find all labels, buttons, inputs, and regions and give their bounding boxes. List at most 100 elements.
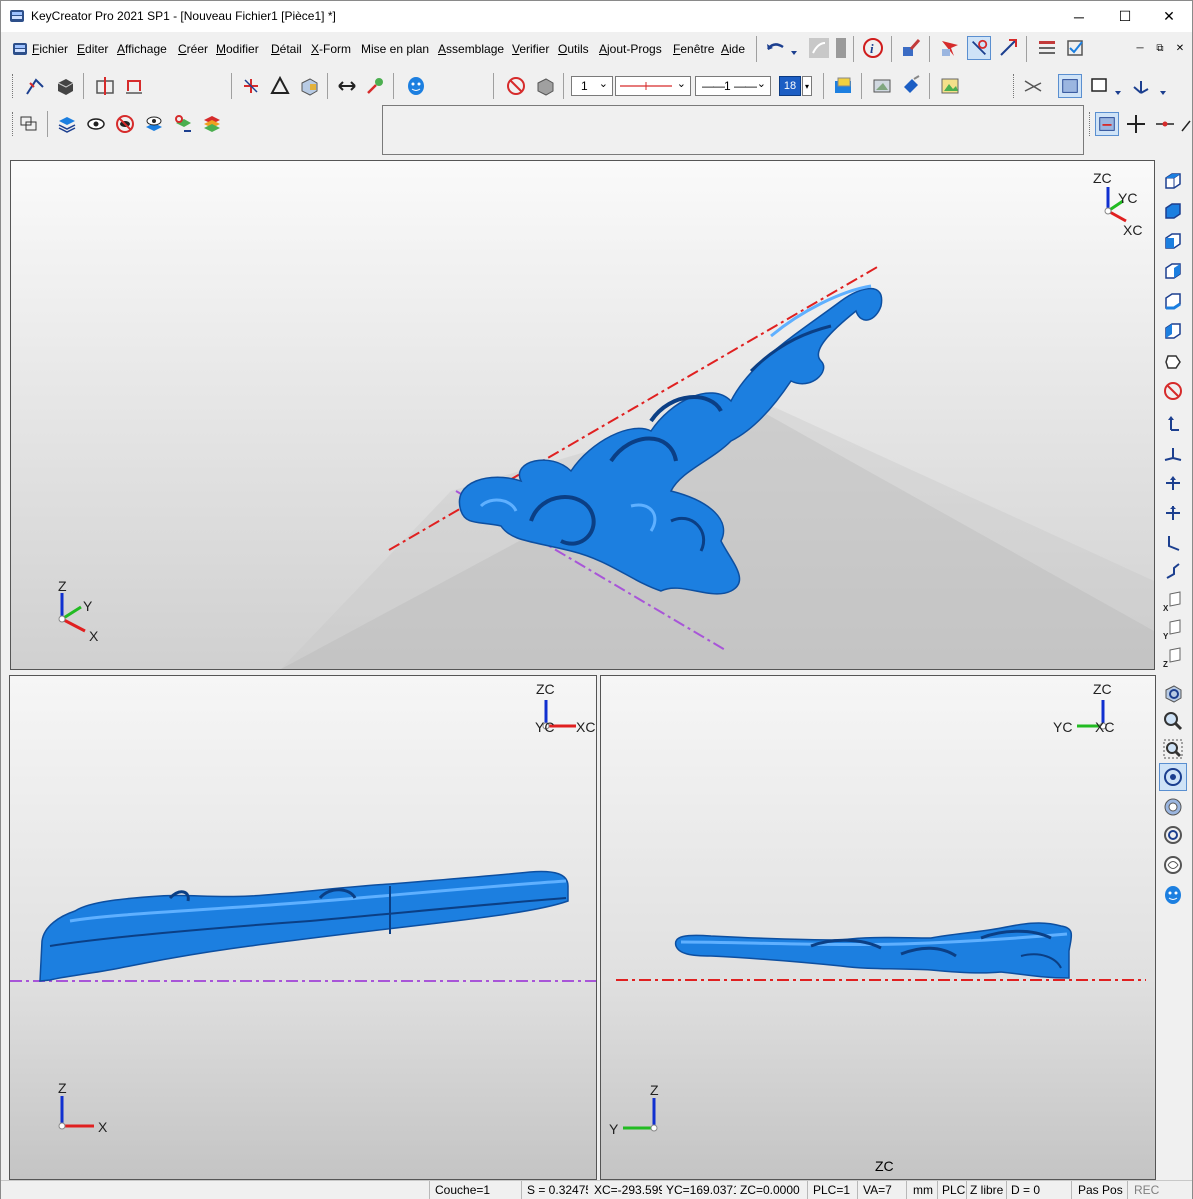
info-icon[interactable]: i: [861, 36, 885, 60]
redo-icon[interactable]: [807, 36, 831, 60]
snap-view-icon[interactable]: [1095, 112, 1119, 136]
close-button[interactable]: ✕: [1146, 1, 1192, 32]
zoom-window-icon[interactable]: [1159, 735, 1187, 763]
axis-rotate-icon[interactable]: [1159, 499, 1187, 527]
paint-bucket-icon[interactable]: [899, 74, 923, 98]
rotate-view-icon[interactable]: [1159, 821, 1187, 849]
measure-icon[interactable]: [996, 36, 1020, 60]
menu-fichier[interactable]: Fichier: [32, 42, 68, 56]
settings-check-icon[interactable]: [1063, 36, 1087, 60]
mdi-restore-button[interactable]: ⧉: [1151, 39, 1169, 57]
axis-dropdown-icon[interactable]: [1156, 78, 1170, 102]
colored-layers-icon[interactable]: [200, 112, 224, 136]
command-prompt-area[interactable]: [382, 105, 1084, 155]
spin-view-icon[interactable]: [1159, 793, 1187, 821]
image-render-icon[interactable]: [938, 74, 962, 98]
layers-list-icon[interactable]: [17, 112, 41, 136]
face-view-icon[interactable]: [1159, 881, 1187, 909]
view-hidden-icon[interactable]: [1088, 74, 1112, 98]
axis-step-icon[interactable]: [1159, 529, 1187, 557]
mdi-minimize-button[interactable]: ─: [1131, 39, 1149, 57]
status-rec[interactable]: REC: [1134, 1183, 1159, 1197]
menu-outils[interactable]: Outils: [558, 42, 589, 56]
axis-zigzag-icon[interactable]: [1159, 557, 1187, 585]
status-z-mode[interactable]: Z libre: [970, 1183, 1003, 1197]
plane-z-icon[interactable]: Z: [1159, 643, 1187, 671]
select-red-icon[interactable]: [938, 36, 962, 60]
no-entity-icon[interactable]: [504, 74, 528, 98]
menu-affichage[interactable]: Affichage: [117, 42, 167, 56]
dynamic-view-icon[interactable]: [1159, 851, 1187, 879]
shading-icon[interactable]: [870, 74, 894, 98]
menu-mise-en-plan[interactable]: Mise en plan: [361, 42, 429, 56]
view-rotate-icon[interactable]: [1159, 679, 1187, 707]
menu-modifier[interactable]: Modifier: [216, 42, 259, 56]
viewport-isometric[interactable]: ZC YC XC Z Y X: [10, 160, 1155, 670]
gray-cube-icon[interactable]: [533, 74, 557, 98]
more-tools-icon[interactable]: [1179, 112, 1193, 136]
view-shaded-icon[interactable]: [1058, 74, 1082, 98]
construction-plane-icon[interactable]: [93, 74, 117, 98]
view-right-icon[interactable]: [1159, 287, 1187, 315]
line-width-select[interactable]: —— 1 —— ⌄: [695, 76, 771, 96]
horizontal-arrows-icon[interactable]: [335, 74, 359, 98]
menu-fenetre[interactable]: Fenêtre: [673, 42, 714, 56]
view-plane-icon[interactable]: [1021, 74, 1045, 98]
hide-layer-icon[interactable]: [113, 112, 137, 136]
menu-creer[interactable]: Créer: [178, 42, 208, 56]
list-options-icon[interactable]: [1035, 36, 1059, 60]
view-top-icon[interactable]: [1159, 167, 1187, 195]
view-dropdown-icon[interactable]: [1111, 78, 1125, 102]
point-create-icon[interactable]: [239, 74, 263, 98]
layer-folder-icon[interactable]: [831, 74, 855, 98]
plane-x-icon[interactable]: X: [1159, 587, 1187, 615]
line-style-select[interactable]: ⌄: [615, 76, 691, 96]
show-layer-eye-icon[interactable]: [84, 112, 108, 136]
point-on-line-icon[interactable]: [1153, 112, 1177, 136]
view-front-icon[interactable]: [1159, 197, 1187, 225]
mdi-close-button[interactable]: ✕: [1171, 39, 1189, 57]
undo-icon[interactable]: [763, 36, 787, 60]
viewport-front[interactable]: ZC YC XC Z X: [9, 675, 597, 1180]
maximize-button[interactable]: ☐: [1102, 1, 1148, 32]
ornament-part-front[interactable]: [39, 870, 569, 982]
view-back-icon[interactable]: [1159, 227, 1187, 255]
select-pick-icon[interactable]: [967, 36, 991, 60]
solid-primitive-icon[interactable]: [297, 74, 321, 98]
menu-aide[interactable]: Aide: [721, 42, 745, 56]
menu-detail[interactable]: Détail: [271, 42, 302, 56]
undo-dropdown-icon[interactable]: [787, 38, 801, 62]
orbit-icon[interactable]: [1159, 763, 1187, 791]
layer-swap-icon[interactable]: [171, 112, 195, 136]
layer-dropdown-icon[interactable]: ▾: [802, 76, 812, 96]
view-bottom-icon[interactable]: [1159, 257, 1187, 285]
axis-xy-icon[interactable]: [1159, 409, 1187, 437]
menu-x-form[interactable]: X-Form: [311, 42, 351, 56]
wireframe-arrow-icon[interactable]: [23, 74, 47, 98]
menu-verifier[interactable]: Verifier: [512, 42, 549, 56]
transform-tool-icon[interactable]: [363, 74, 387, 98]
status-plc-mode[interactable]: PLC: [942, 1183, 965, 1197]
menu-ajout-progs[interactable]: Ajout-Progs: [599, 42, 662, 56]
solid-render-icon[interactable]: [53, 74, 77, 98]
dimension-icon[interactable]: [122, 74, 146, 98]
view-iso-icon[interactable]: [1159, 347, 1187, 375]
axis-xz-icon[interactable]: [1159, 439, 1187, 467]
view-reset-icon[interactable]: [1159, 377, 1187, 405]
menu-assemblage[interactable]: Assemblage: [438, 42, 504, 56]
ornament-part-side[interactable]: [674, 922, 1073, 979]
color-select[interactable]: 1 ⌄: [571, 76, 613, 96]
view-left-icon[interactable]: [1159, 317, 1187, 345]
document-icon[interactable]: [12, 41, 28, 57]
layer-badge[interactable]: 18: [779, 76, 801, 96]
plane-y-icon[interactable]: Y: [1159, 615, 1187, 643]
layer-eye-icon[interactable]: [142, 112, 166, 136]
zoom-icon[interactable]: [1159, 707, 1187, 735]
paint-brush-icon[interactable]: [899, 36, 923, 60]
viewport-side[interactable]: ZC YC XC Z Y: [600, 675, 1156, 1180]
crosshair-icon[interactable]: [1124, 112, 1148, 136]
layer-stack-icon[interactable]: [55, 112, 79, 136]
minimize-button[interactable]: ─: [1056, 1, 1102, 32]
menu-editer[interactable]: Editer: [77, 42, 108, 56]
status-pas-pos[interactable]: Pas Pos: [1078, 1183, 1123, 1197]
